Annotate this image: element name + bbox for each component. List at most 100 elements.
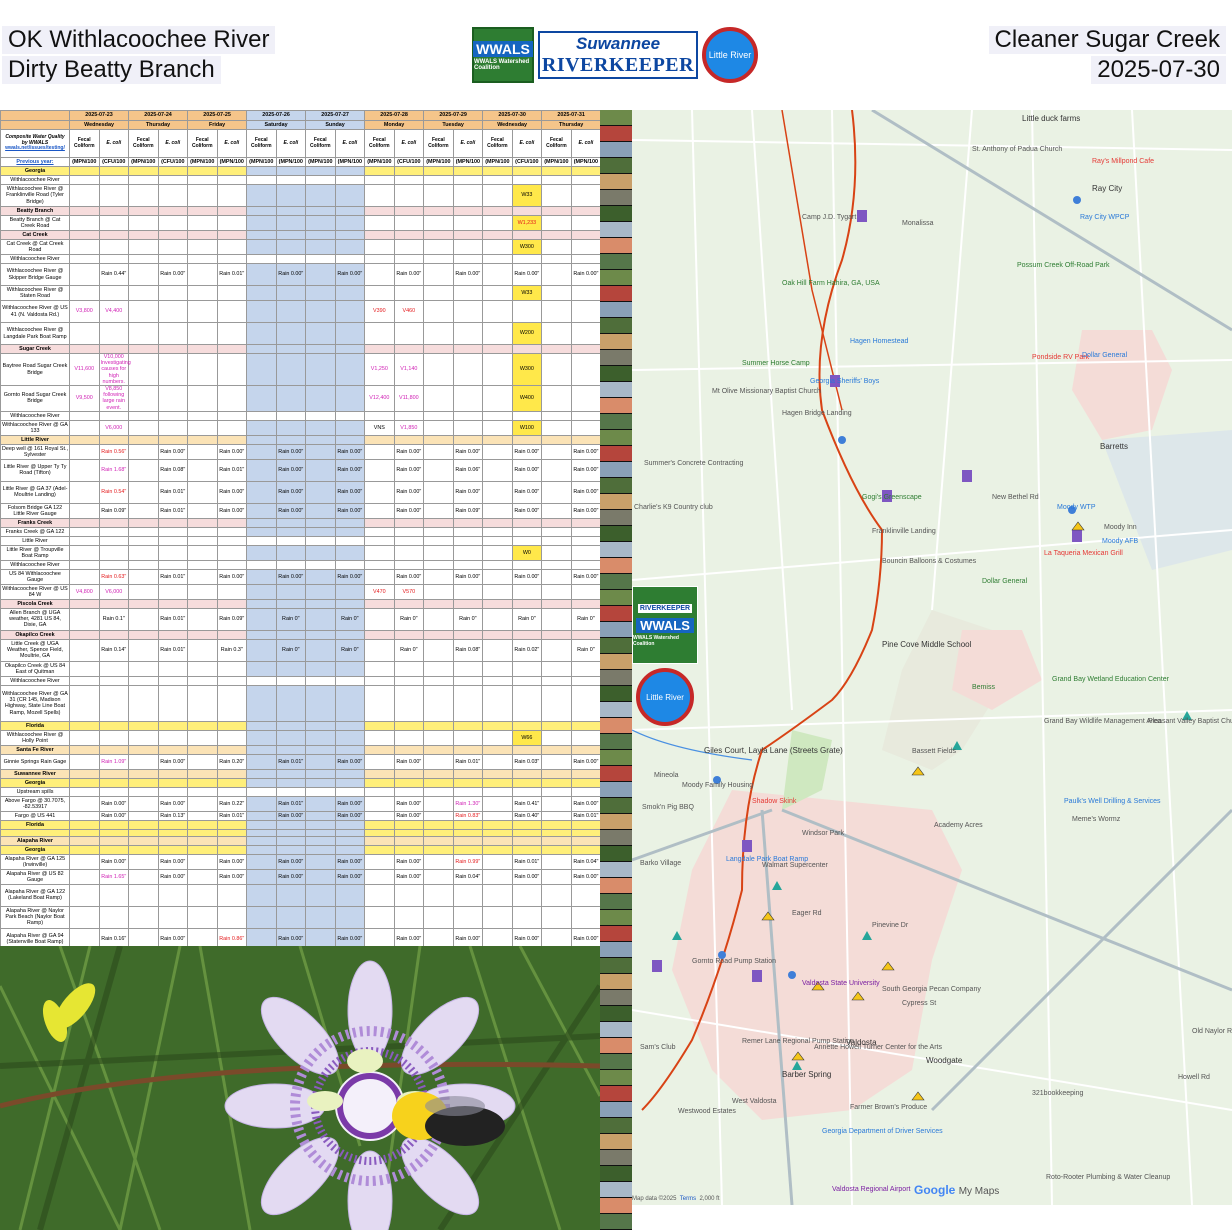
thumbnail-photo[interactable]: [600, 462, 632, 478]
map-place-label[interactable]: Shadow Skink: [752, 798, 796, 805]
thumbnail-photo[interactable]: [600, 590, 632, 606]
suwannee-riverkeeper-logo[interactable]: Suwannee RIVERKEEPER: [538, 31, 698, 79]
thumbnail-photo[interactable]: [600, 718, 632, 734]
map-place-label[interactable]: Barretts: [1100, 442, 1128, 451]
thumbnail-photo[interactable]: [600, 942, 632, 958]
map-place-label[interactable]: Howell Rd: [1178, 1074, 1210, 1081]
thumbnail-photo[interactable]: [600, 1166, 632, 1182]
thumbnail-photo[interactable]: [600, 302, 632, 318]
thumbnail-photo[interactable]: [600, 174, 632, 190]
thumbnail-photo[interactable]: [600, 190, 632, 206]
thumbnail-photo[interactable]: [600, 1086, 632, 1102]
map-place-label[interactable]: Pine Cove Middle School: [882, 640, 971, 649]
map-place-label[interactable]: Camp J.D. Tygart: [802, 214, 856, 221]
map-place-label[interactable]: Charlie's K9 Country club: [634, 504, 713, 511]
map-place-label[interactable]: Ray's Millpond Cafe: [1092, 158, 1154, 165]
map-place-label[interactable]: Mineola: [654, 772, 679, 779]
thumbnail-photo[interactable]: [600, 894, 632, 910]
thumbnail-photo[interactable]: [600, 1214, 632, 1230]
thumbnail-photo[interactable]: [600, 222, 632, 238]
map-place-label[interactable]: Sam's Club: [640, 1044, 676, 1051]
map-place-label[interactable]: South Georgia Pecan Company: [882, 986, 981, 993]
map-place-label[interactable]: Old Naylor Rd: [1192, 1028, 1232, 1035]
thumbnail-photo[interactable]: [600, 286, 632, 302]
thumbnail-photo[interactable]: [600, 158, 632, 174]
thumbnail-photo[interactable]: [600, 1038, 632, 1054]
thumbnail-photo[interactable]: [600, 1182, 632, 1198]
map-place-label[interactable]: Roto-Rooter Plumbing & Water Cleanup: [1046, 1174, 1170, 1181]
map-place-label[interactable]: Valdosta Regional Airport: [832, 1186, 910, 1193]
map-place-label[interactable]: Georgia Sheriffs' Boys: [810, 378, 879, 385]
map-place-label[interactable]: La Taqueria Mexican Grill: [1044, 550, 1123, 557]
map-place-label[interactable]: Pondside RV Park: [1032, 354, 1089, 361]
thumbnail-photo[interactable]: [600, 798, 632, 814]
map-place-label[interactable]: Dollar General: [1082, 352, 1127, 359]
thumbnail-photo[interactable]: [600, 1102, 632, 1118]
map-place-label[interactable]: Cypress St: [902, 1000, 936, 1007]
thumbnail-photo[interactable]: [600, 318, 632, 334]
thumbnail-photo[interactable]: [600, 526, 632, 542]
map-place-label[interactable]: 321bookkeeping: [1032, 1090, 1083, 1097]
thumbnail-photo[interactable]: [600, 574, 632, 590]
thumbnail-photo[interactable]: [600, 878, 632, 894]
little-river-logo[interactable]: Little River: [702, 27, 758, 83]
map-place-label[interactable]: Pinevine Dr: [872, 922, 908, 929]
thumbnail-photo[interactable]: [600, 334, 632, 350]
map-place-label[interactable]: Moody WTP: [1057, 504, 1096, 511]
thumbnail-photo[interactable]: [600, 686, 632, 702]
thumbnail-photo[interactable]: [600, 974, 632, 990]
thumbnail-photo[interactable]: [600, 734, 632, 750]
map-place-label[interactable]: Farmer Brown's Produce: [850, 1104, 927, 1111]
thumbnail-photo[interactable]: [600, 670, 632, 686]
map-place-label[interactable]: Hagen Bridge Landing: [782, 410, 852, 417]
thumbnail-photo[interactable]: [600, 494, 632, 510]
thumbnail-photo[interactable]: [600, 766, 632, 782]
map-place-label[interactable]: St. Anthony of Padua Church: [972, 146, 1062, 153]
thumbnail-photo[interactable]: [600, 142, 632, 158]
thumbnail-photo[interactable]: [600, 814, 632, 830]
thumbnail-photo[interactable]: [600, 254, 632, 270]
map-wwals-logo[interactable]: RIVERKEEPER WWALS WWALS Watershed Coalit…: [632, 586, 698, 664]
thumbnail-photo[interactable]: [600, 862, 632, 878]
thumbnail-photo[interactable]: [600, 350, 632, 366]
map-place-label[interactable]: Eager Rd: [792, 910, 822, 917]
thumbnail-photo[interactable]: [600, 366, 632, 382]
map-place-label[interactable]: Little duck farms: [1022, 114, 1080, 123]
thumbnail-photo[interactable]: [600, 622, 632, 638]
thumbnail-photo[interactable]: [600, 382, 632, 398]
map-place-label[interactable]: Bassett Fields: [912, 748, 956, 755]
thumbnail-photo[interactable]: [600, 606, 632, 622]
thumbnail-photo[interactable]: [600, 910, 632, 926]
thumbnail-photo[interactable]: [600, 1070, 632, 1086]
map-place-label[interactable]: Possum Creek Off-Road Park: [1017, 262, 1109, 269]
thumbnail-photo[interactable]: [600, 926, 632, 942]
thumbnail-photo[interactable]: [600, 702, 632, 718]
thumbnail-photo[interactable]: [600, 478, 632, 494]
map-place-label[interactable]: Smok'n Pig BBQ: [642, 804, 694, 811]
map-place-label[interactable]: Annette Howell Turner Center for the Art…: [814, 1044, 942, 1051]
map-place-label[interactable]: Barko Village: [640, 860, 681, 867]
wwals-logo[interactable]: WWALS WWALS Watershed Coalition: [472, 27, 534, 83]
thumbnail-photo[interactable]: [600, 782, 632, 798]
thumbnail-photo[interactable]: [600, 558, 632, 574]
thumbnail-photo[interactable]: [600, 1134, 632, 1150]
thumbnail-photo[interactable]: [600, 446, 632, 462]
map-place-label[interactable]: Hagen Homestead: [850, 338, 908, 345]
thumbnail-photo[interactable]: [600, 1198, 632, 1214]
map-place-label[interactable]: Academy Acres: [934, 822, 983, 829]
testing-link[interactable]: wwals.net/issues/testing/: [5, 145, 65, 152]
thumbnail-photo[interactable]: [600, 126, 632, 142]
map-place-label[interactable]: Walmart Supercenter: [762, 862, 828, 869]
previous-year-link[interactable]: Previous year:: [0, 157, 70, 167]
map-place-label[interactable]: Monalissa: [902, 220, 934, 227]
map-place-label[interactable]: Gogi's Greenscape: [862, 494, 922, 501]
thumbnail-photo[interactable]: [600, 830, 632, 846]
map-place-label[interactable]: Grand Bay Wetland Education Center: [1052, 676, 1169, 683]
map-place-label[interactable]: Oak Hill Farm Hahira, GA, USA: [782, 280, 880, 287]
map-place-label[interactable]: Gornto Road Pump Station: [692, 958, 776, 965]
map-place-label[interactable]: Bouncin Balloons & Costumes: [882, 558, 976, 565]
thumbnail-photo[interactable]: [600, 206, 632, 222]
map-place-label[interactable]: Summer's Concrete Contracting: [644, 460, 743, 467]
thumbnail-photo[interactable]: [600, 430, 632, 446]
thumbnail-photo[interactable]: [600, 270, 632, 286]
